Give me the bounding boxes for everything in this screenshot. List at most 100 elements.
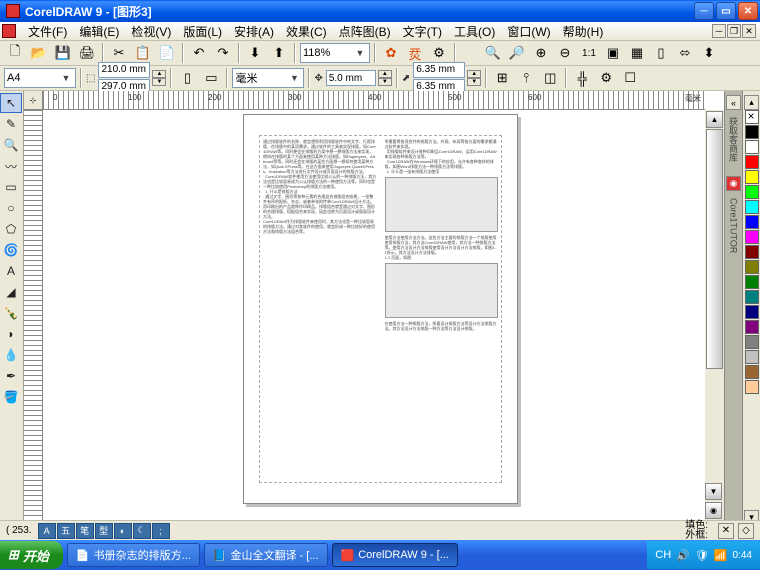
maximize-button[interactable]: ▭ bbox=[716, 2, 736, 20]
export-button[interactable]: ⬆ bbox=[268, 42, 290, 64]
swatch-14[interactable] bbox=[745, 335, 759, 349]
interactive-fill-tool[interactable]: ◢ bbox=[0, 282, 22, 302]
options-button[interactable]: ⚙ bbox=[595, 67, 617, 89]
import-button[interactable]: ⬇ bbox=[244, 42, 266, 64]
ruler-origin[interactable]: ⊹ bbox=[24, 91, 43, 110]
portrait-button[interactable]: ▯ bbox=[176, 67, 198, 89]
zoom-page-button[interactable]: ▯ bbox=[650, 42, 672, 64]
canvas-viewport[interactable]: 通过排版软件的名称，就会想到利用排版软件中的文字、行距排版，在排版中的某项需求，… bbox=[43, 110, 705, 521]
swatch-1[interactable] bbox=[745, 140, 759, 154]
swatch-15[interactable] bbox=[745, 350, 759, 364]
snap-object-button[interactable]: ◫ bbox=[539, 67, 561, 89]
swatch-17[interactable] bbox=[745, 380, 759, 394]
undo-button[interactable]: ↶ bbox=[188, 42, 210, 64]
swatch-7[interactable] bbox=[745, 230, 759, 244]
menu-effects[interactable]: 效果(C) bbox=[280, 21, 333, 42]
ruler-vertical[interactable] bbox=[24, 110, 43, 521]
menu-file[interactable]: 文件(F) bbox=[22, 21, 73, 42]
scroll-down-button[interactable]: ▼ bbox=[705, 483, 722, 500]
page-width-input[interactable] bbox=[98, 62, 150, 78]
open-button[interactable]: 📂 bbox=[28, 42, 50, 64]
snap-grid-button[interactable]: ⊞ bbox=[491, 67, 513, 89]
interactive-transparency-tool[interactable]: 🍾 bbox=[0, 303, 22, 323]
docker-tab-label[interactable]: Core1TUTOR bbox=[729, 198, 739, 253]
pick-tool[interactable]: ↖ bbox=[0, 93, 22, 113]
fill-tool[interactable]: 🪣 bbox=[0, 387, 22, 407]
dup-x-input[interactable] bbox=[413, 62, 465, 78]
zoom-width-button[interactable]: ⬄ bbox=[674, 42, 696, 64]
spiral-tool[interactable]: 🌀 bbox=[0, 240, 22, 260]
doc-restore-button[interactable]: ❐ bbox=[727, 24, 741, 38]
swatch-12[interactable] bbox=[745, 305, 759, 319]
swatch-9[interactable] bbox=[745, 260, 759, 274]
docker-expand-button[interactable]: « bbox=[726, 95, 741, 110]
vertical-scrollbar[interactable]: ▲ ▼ ◉ bbox=[705, 110, 724, 521]
outline-tool[interactable]: ✒ bbox=[0, 366, 22, 386]
zoom-height-button[interactable]: ⬍ bbox=[698, 42, 720, 64]
swatch-8[interactable] bbox=[745, 245, 759, 259]
swatch-3[interactable] bbox=[745, 170, 759, 184]
lang-indicator[interactable]: CH bbox=[655, 549, 671, 561]
menu-window[interactable]: 窗口(W) bbox=[501, 21, 556, 42]
swatch-6[interactable] bbox=[745, 215, 759, 229]
menu-layout[interactable]: 版面(L) bbox=[177, 21, 228, 42]
zoom-in-button[interactable]: 🔍 bbox=[482, 42, 504, 64]
close-button[interactable]: ✕ bbox=[738, 2, 758, 20]
snap-guide-button[interactable]: ⫯ bbox=[515, 67, 537, 89]
menu-text[interactable]: 文字(T) bbox=[397, 21, 448, 42]
paper-size-combo[interactable]: A4▼ bbox=[4, 68, 76, 88]
guidelines-button[interactable]: ╬ bbox=[571, 67, 593, 89]
ime-bar[interactable]: A五笔型◐☾; bbox=[38, 523, 171, 539]
swatch-4[interactable] bbox=[745, 185, 759, 199]
outline-indicator[interactable]: ◇ bbox=[738, 523, 754, 539]
zoom-1to1-button[interactable]: 1:1 bbox=[578, 42, 600, 64]
eyedropper-tool[interactable]: 💧 bbox=[0, 345, 22, 365]
nudge-input[interactable] bbox=[326, 70, 376, 86]
doc-minimize-button[interactable]: ─ bbox=[712, 24, 726, 38]
doc-close-button[interactable]: ✕ bbox=[742, 24, 756, 38]
rectangle-tool[interactable]: ▭ bbox=[0, 177, 22, 197]
system-tray[interactable]: CH 🔊 🛡 📶 0:44 bbox=[647, 541, 760, 569]
task-2[interactable]: 📘金山全文翻译 - [... bbox=[204, 543, 328, 567]
freehand-tool[interactable]: 〰 bbox=[0, 156, 22, 176]
zoom-combo[interactable]: 118% ▼ bbox=[300, 43, 370, 63]
menu-view[interactable]: 检视(V) bbox=[125, 21, 177, 42]
polygon-tool[interactable]: ⬠ bbox=[0, 219, 22, 239]
text-tool[interactable]: A bbox=[0, 261, 22, 281]
menu-tools[interactable]: 工具(O) bbox=[448, 21, 501, 42]
tray-icon-1[interactable]: 🔊 bbox=[676, 549, 690, 562]
new-button[interactable]: 🗋 bbox=[4, 42, 26, 64]
treat-as-filled-button[interactable]: ☐ bbox=[619, 67, 641, 89]
scroll-thumb-v[interactable] bbox=[706, 129, 723, 369]
swatch-2[interactable] bbox=[745, 155, 759, 169]
zoom-fit-button[interactable]: ⊖ bbox=[554, 42, 576, 64]
zoom-out-button[interactable]: 🔎 bbox=[506, 42, 528, 64]
zoom-tool[interactable]: 🔍 bbox=[0, 135, 22, 155]
zoom-selection-button[interactable]: ▣ bbox=[602, 42, 624, 64]
swatch-16[interactable] bbox=[745, 365, 759, 379]
menu-help[interactable]: 帮助(H) bbox=[557, 21, 610, 42]
palette-up-button[interactable]: ▴ bbox=[744, 95, 759, 110]
save-button[interactable]: 💾 bbox=[52, 42, 74, 64]
menu-bitmap[interactable]: 点阵图(B) bbox=[333, 21, 397, 42]
app-launcher-button[interactable]: ✿ bbox=[380, 42, 402, 64]
zoom-actual-button[interactable]: ⊕ bbox=[530, 42, 552, 64]
swatch-10[interactable] bbox=[745, 275, 759, 289]
landscape-button[interactable]: ▭ bbox=[200, 67, 222, 89]
swatch-11[interactable] bbox=[745, 290, 759, 304]
tray-icon-2[interactable]: 🛡 bbox=[695, 549, 709, 562]
minimize-button[interactable]: ─ bbox=[694, 2, 714, 20]
dup-spinner[interactable]: ▲▼ bbox=[467, 70, 481, 86]
ruler-horizontal[interactable]: 0 100 200 300 400 500 600 毫米 bbox=[43, 91, 705, 110]
task-3[interactable]: 🟥CorelDRAW 9 - [... bbox=[332, 543, 458, 567]
print-button[interactable]: 🖨 bbox=[76, 42, 98, 64]
nudge-spinner[interactable]: ▲▼ bbox=[378, 70, 392, 86]
swatch-13[interactable] bbox=[745, 320, 759, 334]
ellipse-tool[interactable]: ○ bbox=[0, 198, 22, 218]
page[interactable]: 通过排版软件的名称，就会想到利用排版软件中的文字、行距排版，在排版中的某项需求，… bbox=[243, 114, 518, 504]
shape-tool[interactable]: ✎ bbox=[0, 114, 22, 134]
scroll-pan-button[interactable]: ◉ bbox=[705, 502, 722, 519]
scroll-up-button[interactable]: ▲ bbox=[706, 111, 723, 128]
units-combo[interactable]: 毫米▼ bbox=[232, 68, 304, 88]
tray-icon-3[interactable]: 📶 bbox=[714, 549, 728, 562]
